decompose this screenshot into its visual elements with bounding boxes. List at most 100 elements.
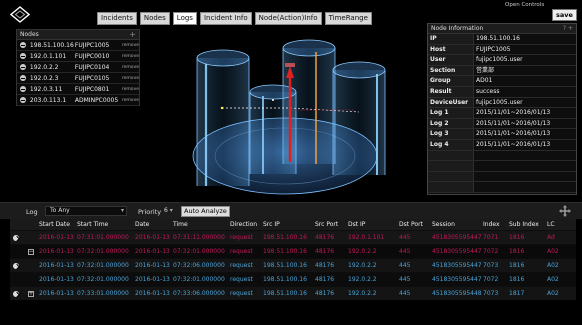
main-tabs: Incidents Nodes Logs Incident Info Node(… [97,12,372,25]
cell-start-date: 2016-01-13 [39,290,74,297]
log-select[interactable]: To Any [45,206,127,216]
remove-node-link[interactable]: remove [122,98,139,103]
col-dst-port[interactable]: Dst Port [399,221,432,228]
col-direction[interactable]: Direction [230,221,263,228]
col-lc[interactable]: LC [547,221,576,228]
info-key: Log 2 [428,118,474,129]
cell-src-port: 48176 [315,262,335,269]
cell-index: 7072 [483,276,499,283]
info-key [428,161,474,171]
info-value: fujipc1005.user [476,98,523,106]
cell-direction: request [230,290,253,297]
cell-lc: A02 [547,248,559,255]
node-list-item[interactable]: 192.0.1.101 FUJIPC0010 remove [17,51,139,62]
col-sub-index[interactable]: Sub Index [509,221,547,228]
cell-dst-port: 445 [399,290,411,297]
expand-icon[interactable] [13,290,19,297]
cell-lc: Ad [547,234,555,241]
node-list-item[interactable]: 192.0.2.2 FUJIPC0104 remove [17,62,139,73]
cell-index: 7071 [483,234,499,241]
table-row[interactable]: − 2016-01-13 07:32:01.000000 2016-01-13 … [10,244,576,258]
expand-plus-icon[interactable]: + [27,290,34,297]
cell-dst-port: 445 [399,262,411,269]
remove-node-link[interactable]: remove [122,54,139,59]
cell-src-ip: 198.51.100.16 [263,276,307,283]
remove-node-icon[interactable] [20,86,26,92]
col-start-date[interactable]: Start Date [39,221,77,228]
info-value: FUJIPC1005 [476,45,511,53]
info-value [474,161,576,171]
tab-time-range[interactable]: TimeRange [324,12,372,25]
remove-node-icon[interactable] [20,97,26,103]
cell-src-port: 48176 [315,234,335,241]
col-time[interactable]: Time [173,221,230,228]
col-index[interactable]: Index [483,221,509,228]
table-row[interactable]: 2016-01-13 07:32:01.000000 2016-01-13 07… [10,272,576,286]
tab-nodes[interactable]: Nodes [139,12,170,25]
col-src-ip[interactable]: Src IP [263,221,315,228]
remove-node-link[interactable]: remove [122,65,139,70]
cell-index: 7072 [483,248,499,255]
auto-analyze-button[interactable]: Auto Analyze [181,206,230,217]
info-key: Result [428,86,474,97]
info-row: Result success [428,86,576,98]
node-information-panel: Node Information ? + IP 198.51.100.16 Hos… [427,23,577,195]
node-list-item[interactable]: 198.51.100.16 FUJIPC1005 remove [17,40,139,51]
network-3d-view[interactable] [145,26,422,200]
tab-node-action-info[interactable]: Node(Action)Info [254,12,322,25]
remove-node-icon[interactable] [20,42,26,48]
cell-start-time: 07:32:01.000000 [77,248,129,255]
node-cylinder[interactable] [196,49,250,186]
table-row[interactable]: + 2016-01-13 07:33:01.000000 2016-01-13 … [10,286,576,300]
info-row: Group AD01 [428,76,576,87]
info-key [428,182,474,192]
cell-src-port: 48176 [315,276,335,283]
collapse-icon[interactable]: − [27,248,34,255]
add-node-icon[interactable]: + [129,30,136,40]
node-list-item[interactable]: 192.0.3.11 FUJIPC0801 remove [17,84,139,95]
tab-incidents[interactable]: Incidents [97,12,137,25]
expand-icon[interactable] [13,234,19,241]
node-cylinder[interactable] [332,61,386,175]
remove-node-link[interactable]: remove [122,43,139,48]
remove-node-icon[interactable] [20,64,26,70]
cell-date: 2016-01-13 [135,276,170,283]
remove-node-icon[interactable] [20,53,26,59]
cell-session: 4518305595447 [432,262,482,269]
expand-icon[interactable] [13,262,19,269]
priority-select[interactable]: 6 ▾ [163,206,177,216]
remove-node-link[interactable]: remove [122,76,139,81]
save-button[interactable]: save [552,9,577,21]
cell-dst-ip: 192.0.2.2 [348,262,377,269]
info-value: success [476,87,500,95]
cell-lc: A02 [547,290,559,297]
log-label: Log [26,208,38,216]
info-key: Host [428,44,474,55]
info-row: IP 198.51.100.16 [428,34,576,45]
col-date[interactable]: Date [135,221,173,228]
cell-time: 07:32:01.000000 [173,248,225,255]
node-list-item[interactable]: 192.0.2.3 FUJIPC0105 remove [17,73,139,84]
col-session[interactable]: Session [432,221,483,228]
table-row[interactable]: 2016-01-13 07:32:01.000000 2016-01-13 07… [10,258,576,272]
cell-sub-index: 1817 [509,290,525,297]
col-start-time[interactable]: Start Time [77,221,135,228]
remove-node-link[interactable]: remove [122,87,139,92]
open-controls-link[interactable]: Open Controls [505,2,544,8]
tab-logs[interactable]: Logs [172,12,197,25]
cell-session: 4518305595447 [432,234,482,241]
info-key: User [428,55,474,65]
move-panel-icon[interactable] [559,205,571,217]
node-ip: 203.0.113.1 [29,96,67,104]
node-information-title: Node Information [431,25,484,32]
remove-node-icon[interactable] [20,75,26,81]
tab-incident-info[interactable]: Incident Info [199,12,252,25]
cell-start-time: 07:33:01.000000 [77,290,129,297]
node-list-item[interactable]: 203.0.113.1 ADMINPC0005 remove [17,95,139,106]
col-src-port[interactable]: Src Port [315,221,348,228]
app-logo-icon [10,6,30,23]
col-dst-ip[interactable]: Dst IP [348,221,399,228]
cell-src-ip: 198.51.100.16 [263,234,307,241]
table-row[interactable]: 2016-01-13 07:31:01.000000 2016-01-13 07… [10,230,576,244]
panel-help-icon[interactable]: ? + [563,24,573,34]
